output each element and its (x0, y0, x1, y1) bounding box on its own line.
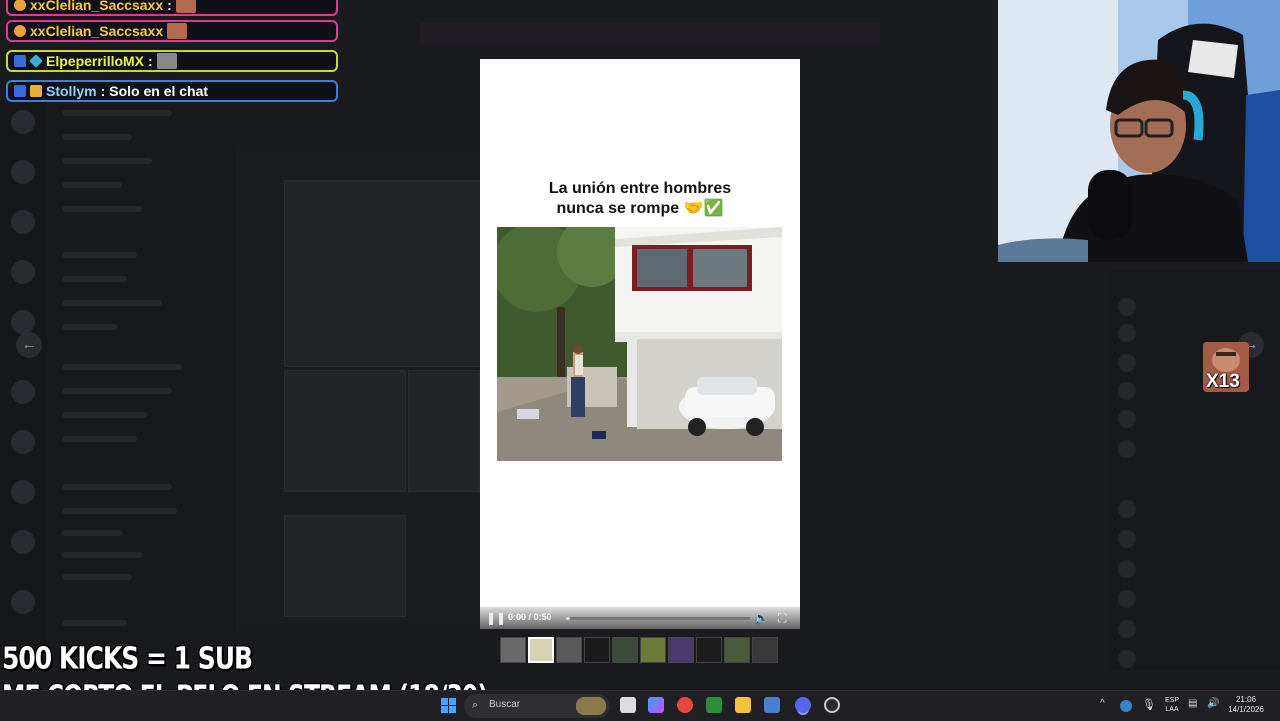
media-thumbnail[interactable] (584, 637, 610, 663)
server-icon (11, 260, 35, 284)
language-indicator[interactable]: ESP LAA (1163, 696, 1181, 714)
emote-icon (167, 23, 188, 39)
volume-icon: 🔈 (754, 611, 769, 625)
video-progress-bar[interactable] (566, 617, 750, 620)
diamond-badge-icon (29, 54, 43, 68)
chat-username: xxClelian_Saccsaxx (30, 0, 164, 13)
search-icon: ⌕ (472, 699, 479, 711)
chat-separator: : (148, 53, 153, 69)
emote-icon (175, 0, 196, 13)
keyboard-layout: LAA (1165, 706, 1179, 713)
chevron-up-icon[interactable]: ^ (1100, 698, 1105, 709)
server-icon (11, 530, 35, 554)
discord-icon[interactable] (795, 697, 811, 713)
kick-badge-icon (14, 55, 26, 67)
windows-icon (441, 698, 456, 713)
task-view-icon[interactable] (620, 697, 636, 713)
chat-username: xxClelian_Saccsaxx (30, 23, 164, 39)
chat-separator: : (100, 83, 106, 99)
badge-icon (14, 0, 26, 11)
kick-badge-icon (14, 85, 26, 97)
clock-date: 14/1/2026 (1228, 705, 1264, 714)
badge-icon (14, 25, 26, 37)
webcam-feed (998, 0, 1280, 262)
network-icon[interactable]: ▤ (1188, 698, 1197, 709)
server-rail (0, 100, 46, 660)
media-thumbnail[interactable] (752, 637, 778, 663)
search-placeholder: Buscar (489, 699, 521, 710)
chat-username: ElpeperrilloMX (46, 53, 145, 69)
video-progress-fill (566, 617, 570, 620)
background-media (284, 515, 406, 617)
pause-icon: ❚❚ (486, 611, 507, 625)
server-icon (11, 590, 35, 614)
media-thumbnail-active[interactable] (528, 637, 554, 663)
media-viewer[interactable]: La unión entre hombres nunca se rompe 🤝✅ (480, 59, 800, 629)
store-icon[interactable] (764, 697, 780, 713)
fullscreen-button[interactable]: ⛶ (778, 610, 786, 626)
chrome-icon[interactable] (677, 697, 693, 713)
volume-button[interactable]: 🔈 (754, 610, 769, 626)
microphone-icon[interactable]: 🎙 (1142, 698, 1156, 711)
background-media (408, 370, 480, 492)
media-thumbnail[interactable] (640, 637, 666, 663)
server-icon (11, 430, 35, 454)
caption-line: La unión entre hombres (548, 180, 732, 197)
server-icon (11, 110, 35, 134)
chat-message: Stollym : Solo en el chat (6, 80, 338, 102)
kicks-goal-text: 500 KICKS = 1 SUB (2, 641, 253, 676)
media-thumbnail[interactable] (556, 637, 582, 663)
media-thumbnail[interactable] (500, 637, 526, 663)
chat-message: xxClelian_Saccsaxx : (6, 0, 338, 16)
media-thumbnail[interactable] (668, 637, 694, 663)
background-banner (420, 22, 880, 44)
chat-username: Stollym (46, 83, 97, 99)
server-icon (11, 380, 35, 404)
taskbar-search[interactable]: ⌕ Buscar (464, 694, 610, 718)
arrow-left-icon: ← (21, 336, 37, 353)
file-explorer-icon[interactable] (735, 697, 751, 713)
media-thumbnail[interactable] (612, 637, 638, 663)
video-scene-image (497, 227, 782, 461)
webcam-image (998, 0, 1280, 262)
video-caption: La unión entre hombres nunca se rompe 🤝✅ (500, 179, 780, 219)
fullscreen-icon: ⛶ (778, 611, 787, 625)
cloud-icon[interactable] (1120, 700, 1132, 712)
pause-button[interactable]: ❚❚ (486, 610, 506, 626)
video-frame[interactable] (497, 227, 782, 461)
caption-line: nunca se rompe 🤝✅ (556, 200, 724, 217)
previous-media-button[interactable]: ← (16, 332, 42, 358)
server-icon (11, 480, 35, 504)
clock-time: 21:06 (1235, 695, 1257, 704)
chat-message: ElpeperrilloMX : (6, 50, 338, 72)
search-highlight-icon (576, 697, 606, 715)
start-button[interactable] (441, 698, 456, 713)
background-media (284, 180, 481, 367)
copilot-icon[interactable] (648, 697, 664, 713)
chat-separator: : (167, 0, 172, 13)
clock[interactable]: 21:06 14/1/2026 (1222, 695, 1270, 715)
emote-label: X13 (1206, 371, 1240, 392)
chat-message: xxClelian_Saccsaxx (6, 20, 338, 42)
volume-tray-icon[interactable]: 🔊 (1207, 698, 1219, 709)
taskbar: ⌕ Buscar ^ 🎙 ESP LAA ▤ 🔊 21:06 14/1/2026 (0, 690, 1280, 721)
server-icon (11, 160, 35, 184)
video-controls: ❚❚ 0:00 / 0:50 🔈 ⛶ (480, 607, 800, 629)
chat-text: Solo en el chat (109, 83, 209, 99)
obs-icon[interactable] (824, 697, 840, 713)
crown-badge-icon (30, 85, 42, 97)
server-icon (11, 310, 35, 334)
language-code: ESP (1164, 697, 1179, 704)
video-time: 0:00 / 0:50 (508, 612, 552, 622)
cat-emote-icon (156, 53, 177, 69)
background-media (284, 370, 406, 492)
media-thumbnail[interactable] (724, 637, 750, 663)
media-thumbnail[interactable] (696, 637, 722, 663)
minecraft-icon[interactable] (706, 697, 722, 713)
server-icon (11, 210, 35, 234)
